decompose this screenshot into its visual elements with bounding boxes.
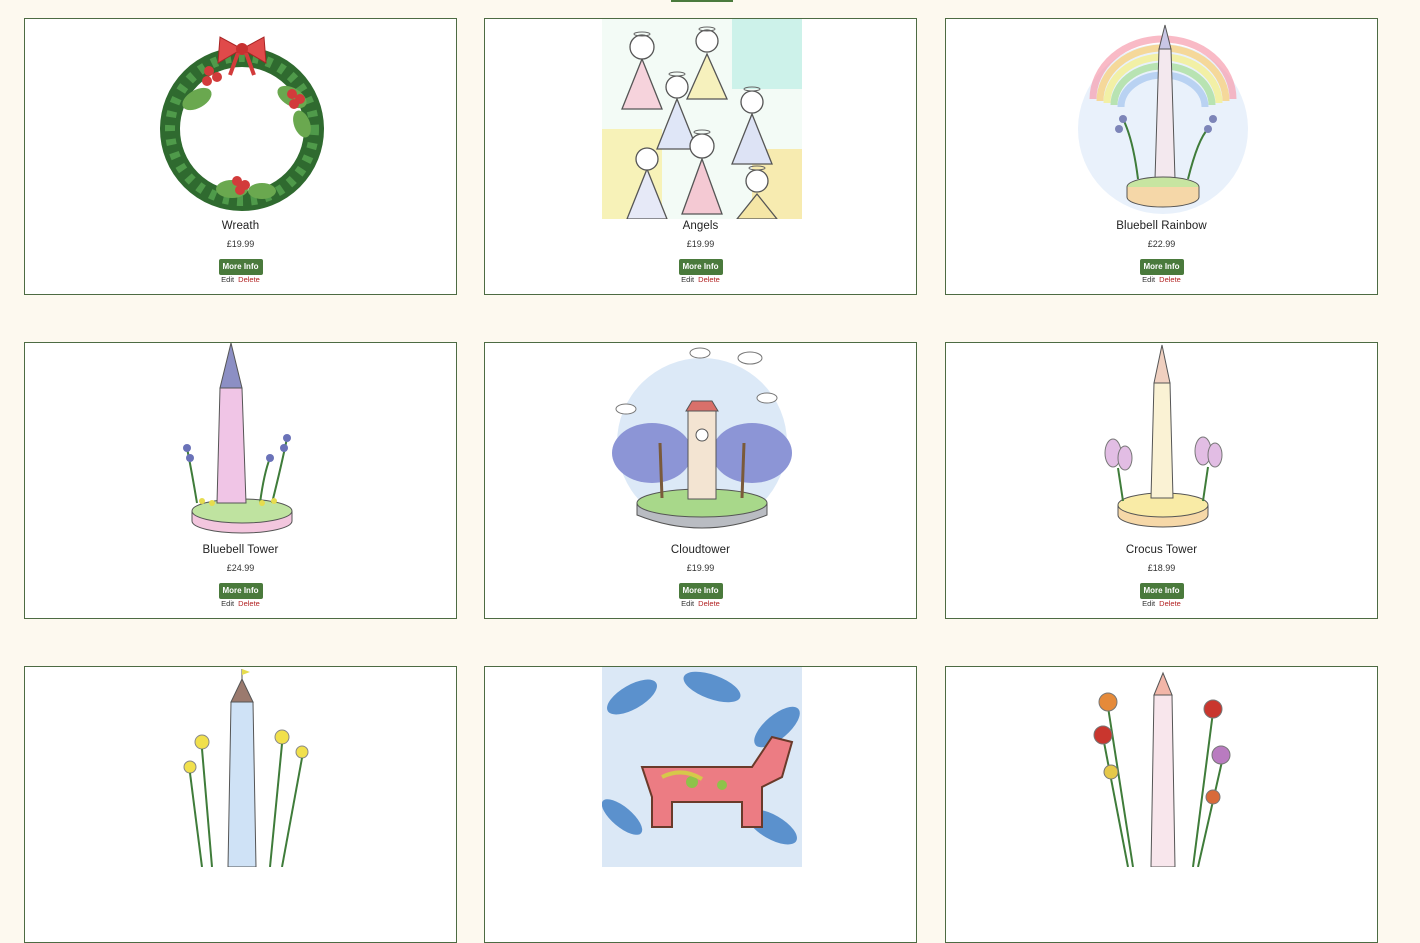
edit-link[interactable]: Edit — [221, 275, 234, 284]
edit-link[interactable]: Edit — [681, 275, 694, 284]
more-info-button[interactable]: More Info — [678, 583, 723, 599]
delete-link[interactable]: Delete — [238, 275, 260, 284]
delete-link[interactable]: Delete — [238, 599, 260, 608]
product-price: £22.99 — [1147, 239, 1176, 249]
product-card — [945, 666, 1378, 943]
product-card: Bluebell Rainbow £22.99 More Info Edit D… — [945, 18, 1378, 295]
product-title: Bluebell Tower — [202, 544, 279, 556]
product-image-cloudtower[interactable] — [602, 343, 802, 543]
product-card: Cloudtower £19.99 More Info Edit Delete — [484, 342, 917, 619]
product-grid: Wreath £19.99 More Info Edit Delete Ange… — [0, 0, 1420, 943]
product-title: Bluebell Rainbow — [1116, 220, 1207, 232]
product-title: Cloudtower — [670, 544, 731, 556]
product-price: £24.99 — [226, 563, 255, 573]
product-price: £18.99 — [1147, 563, 1176, 573]
product-card: Crocus Tower £18.99 More Info Edit Delet… — [945, 342, 1378, 619]
product-title: Crocus Tower — [1125, 544, 1198, 556]
edit-link[interactable]: Edit — [681, 599, 694, 608]
product-image-daffodil-tower[interactable] — [142, 667, 342, 867]
product-image-angels[interactable] — [602, 19, 802, 219]
more-info-button[interactable]: More Info — [678, 259, 723, 275]
delete-link[interactable]: Delete — [698, 275, 720, 284]
more-info-button[interactable]: More Info — [1139, 259, 1184, 275]
product-card — [24, 666, 457, 943]
product-card: Angels £19.99 More Info Edit Delete — [484, 18, 917, 295]
delete-link[interactable]: Delete — [1159, 599, 1181, 608]
product-image-horse[interactable] — [602, 667, 802, 867]
product-card: Wreath £19.99 More Info Edit Delete — [24, 18, 457, 295]
more-info-button[interactable]: More Info — [1139, 583, 1184, 599]
edit-link[interactable]: Edit — [221, 599, 234, 608]
product-price: £19.99 — [226, 239, 255, 249]
delete-link[interactable]: Delete — [698, 599, 720, 608]
product-image-bluebell-tower[interactable] — [142, 343, 342, 543]
more-info-button[interactable]: More Info — [218, 259, 263, 275]
product-price: £19.99 — [686, 239, 715, 249]
product-image-wreath[interactable] — [142, 19, 342, 219]
product-title: Angels — [682, 220, 719, 232]
product-card — [484, 666, 917, 943]
product-card: Bluebell Tower £24.99 More Info Edit Del… — [24, 342, 457, 619]
product-image-bluebell-rainbow[interactable] — [1063, 19, 1263, 219]
product-image-crocus-tower[interactable] — [1063, 343, 1263, 543]
edit-link[interactable]: Edit — [1142, 599, 1155, 608]
product-price: £19.99 — [686, 563, 715, 573]
product-title: Wreath — [221, 220, 260, 232]
edit-link[interactable]: Edit — [1142, 275, 1155, 284]
product-image-flower-tower[interactable] — [1063, 667, 1263, 867]
more-info-button[interactable]: More Info — [218, 583, 263, 599]
delete-link[interactable]: Delete — [1159, 275, 1181, 284]
